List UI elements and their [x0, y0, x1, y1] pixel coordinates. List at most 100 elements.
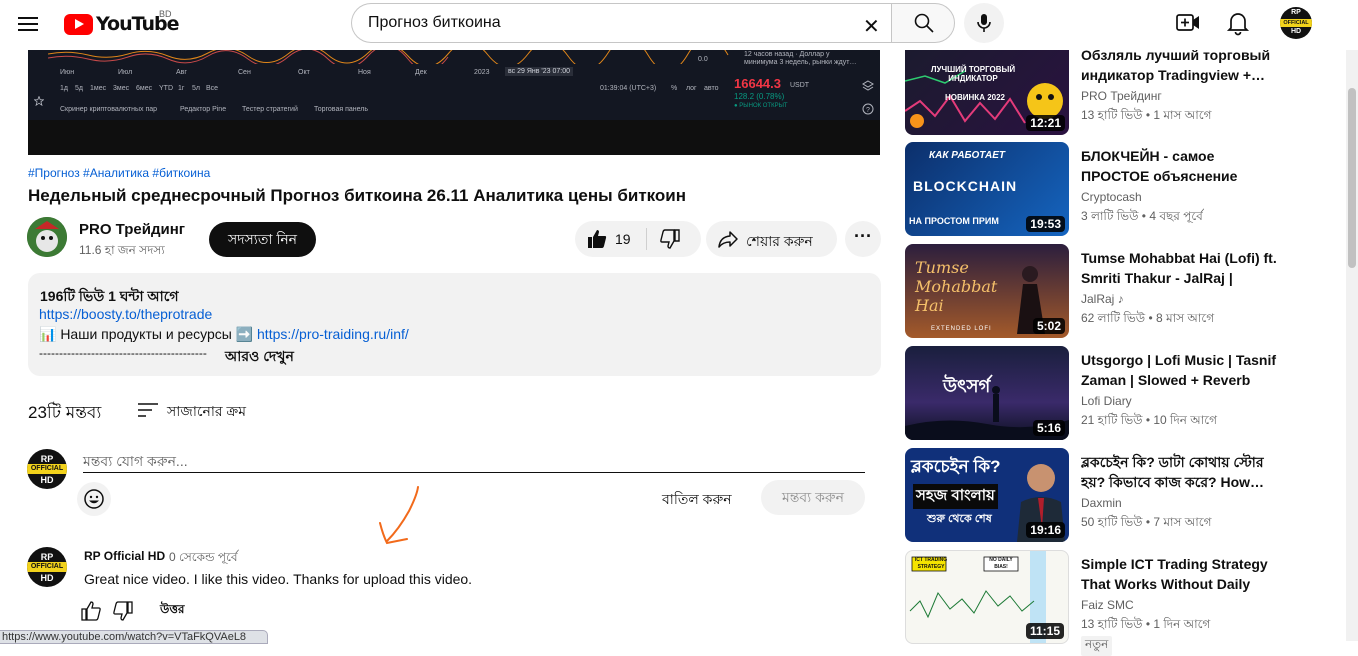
submit-comment-button[interactable]: মন্তব্য করুন [761, 480, 865, 515]
timeframe-0[interactable]: 1д [60, 85, 68, 92]
search-input[interactable]: Прогноз биткоина [368, 14, 501, 32]
thumbnail-2[interactable]: КАК РАБОТАЕТ BLOCKCHAIN НА ПРОСТОМ ПРИМ … [905, 142, 1069, 236]
month-7: 2023 [474, 69, 490, 76]
thumbnail-3[interactable]: Tumse Mohabbat Hai EXTENDED LOFI 5:02 [905, 244, 1069, 338]
related-meta-3: 62 লাটি ভিউ • 8 মাস আগে [1081, 311, 1215, 325]
related-channel-1[interactable]: PRO Трейдинг [1081, 89, 1162, 103]
related-channel-3[interactable]: JalRaj ♪ [1081, 292, 1124, 306]
month-5: Ноя [358, 69, 371, 76]
scrollbar-thumb[interactable] [1348, 88, 1356, 268]
duration-3: 5:02 [1032, 318, 1065, 334]
sort-icon[interactable] [138, 402, 158, 418]
comment-author-avatar[interactable]: RP OFFICIAL HD [27, 547, 67, 587]
cancel-comment-button[interactable]: বাতিল করুন [662, 488, 732, 512]
layers-icon[interactable] [862, 80, 874, 92]
mic-icon [977, 14, 991, 32]
thumb-text-5b: সহজ বাংলায় [913, 484, 998, 509]
menu-icon[interactable] [16, 13, 40, 37]
related-title-2[interactable]: БЛОКЧЕЙН - самое ПРОСТОЕ объяснение рабо… [1081, 146, 1286, 186]
related-title-3[interactable]: Tumse Mohabbat Hai (Lofi) ft. Smriti Tha… [1081, 248, 1286, 288]
bottom-tab-2[interactable]: Тестер стратегий [242, 106, 298, 113]
description-link-boosty[interactable]: https://boosty.to/theprotrade [39, 306, 212, 322]
thumb-text-2c: НА ПРОСТОМ ПРИМ [909, 216, 999, 226]
related-video-4[interactable]: উৎসর্গ 5:16 Utsgorgo | Lofi Music | Tasn… [905, 346, 1355, 440]
subscribe-button[interactable]: সদস্যতা নিন [209, 222, 316, 257]
thumb-text-5c: শুরু থেকে শেষ [927, 513, 992, 525]
timeframe-5[interactable]: YTD [159, 85, 173, 92]
bottom-tab-0[interactable]: Скринер криптовалютных пар [60, 106, 157, 113]
thumbnail-4[interactable]: উৎসর্গ 5:16 [905, 346, 1069, 440]
month-3: Сен [238, 69, 251, 76]
related-channel-5[interactable]: Daxmin [1081, 496, 1122, 510]
channel-avatar[interactable] [27, 217, 67, 257]
related-channel-4[interactable]: Lofi Diary [1081, 394, 1132, 408]
related-channel-6[interactable]: Faiz SMC [1081, 598, 1134, 612]
channel-avatar-art [27, 217, 67, 257]
related-video-6[interactable]: ICT TRADING STRATEGY NO DAILY BIAS! 11:1… [905, 550, 1355, 656]
share-button[interactable]: শেয়ার করুন [706, 221, 837, 257]
related-title-4[interactable]: Utsgorgo | Lofi Music | Tasnif Zaman | S… [1081, 350, 1286, 390]
scale-auto[interactable]: авто [704, 85, 718, 92]
related-title-6[interactable]: Simple ICT Trading Strategy That Works W… [1081, 554, 1286, 594]
star-icon[interactable] [34, 96, 44, 106]
sort-by-button[interactable]: সাজানোর ক্রম [167, 400, 246, 424]
related-title-5[interactable]: ব্লকচেইন কি? ডাটা কোথায় স্টোর হয়? কিভা… [1081, 452, 1286, 492]
timeframe-6[interactable]: 1г [178, 85, 184, 92]
add-comment-input[interactable]: মন্তব্য যোগ করুন... [83, 450, 865, 473]
help-icon[interactable]: ? [862, 103, 874, 115]
like-icon[interactable] [586, 228, 608, 250]
voice-search-button[interactable] [964, 3, 1004, 43]
notifications-button[interactable] [1225, 10, 1251, 36]
bottom-tab-1[interactable]: Редактор Pine [180, 106, 226, 113]
scale-pct[interactable]: % [671, 85, 677, 92]
thumbnail-5[interactable]: ব্লকচেইন কি? সহজ বাংলায় শুরু থেকে শেষ 1… [905, 448, 1069, 542]
price-change: 128.2 (0.78%) [734, 92, 785, 101]
more-actions-button[interactable]: ··· [845, 221, 881, 257]
timeframe-8[interactable]: Все [206, 85, 218, 92]
related-title-1[interactable]: Обзляль лучший торговый индикатор Tradin… [1081, 45, 1286, 85]
comment-time[interactable]: 0 সেকেন্ড পূর্বে [169, 549, 238, 569]
thumbnail-1[interactable]: ЛУЧШИЙ ТОРГОВЫЙ ИНДИКАТОР НОВИНКА 2022 1… [905, 41, 1069, 135]
dislike-icon[interactable] [659, 228, 681, 250]
comment-dislike-icon[interactable] [112, 600, 134, 622]
create-button[interactable] [1175, 10, 1201, 36]
timeframe-2[interactable]: 1мес [90, 85, 106, 92]
timeframe-4[interactable]: 6мес [136, 85, 152, 92]
avatar-text-top: RP [1291, 9, 1301, 16]
emoji-button[interactable] [77, 482, 111, 516]
thumbnail-6[interactable]: ICT TRADING STRATEGY NO DAILY BIAS! 11:1… [905, 550, 1069, 644]
bottom-tab-3[interactable]: Торговая панель [314, 106, 368, 113]
timeframe-3[interactable]: 3мес [113, 85, 129, 92]
video-hashtags[interactable]: #Прогноз #Аналитика #биткоина [28, 166, 210, 180]
video-player[interactable]: 12 часов назад · Доллар у минимума 3 нед… [28, 50, 880, 155]
channel-name[interactable]: PRO Трейдинг [79, 221, 185, 238]
avatar-text-mid: OFFICIAL [27, 562, 67, 572]
thumb-text-5: ব্লকচেইন কি? [911, 457, 1001, 476]
related-channel-2[interactable]: Cryptocash [1081, 190, 1142, 204]
description-box[interactable]: 196টি ভিউ 1 ঘন্টা আগে https://boosty.to/… [28, 273, 881, 376]
related-video-3[interactable]: Tumse Mohabbat Hai EXTENDED LOFI 5:02 Tu… [905, 244, 1355, 338]
comment-like-icon[interactable] [80, 600, 102, 622]
svg-text:?: ? [866, 107, 870, 114]
scale-log[interactable]: лог [686, 85, 697, 92]
comment-text: Great nice video. I like this video. Tha… [84, 571, 473, 587]
reply-button[interactable]: উত্তর [160, 601, 185, 621]
resources-text: 📊 Наши продукты и ресурсы ➡️ [39, 326, 258, 342]
related-video-2[interactable]: КАК РАБОТАЕТ BLOCKCHAIN НА ПРОСТОМ ПРИМ … [905, 142, 1355, 236]
search-box[interactable]: Прогноз биткоина ✕ [351, 3, 892, 43]
related-video-1[interactable]: ЛУЧШИЙ ТОРГОВЫЙ ИНДИКАТОР НОВИНКА 2022 1… [905, 41, 1355, 135]
related-video-5[interactable]: ব্লকচেইন কি? সহজ বাংলায় শুরু থেকে শেষ 1… [905, 448, 1355, 542]
description-link-site[interactable]: https://pro-traiding.ru/inf/ [257, 326, 409, 342]
clear-search-icon[interactable]: ✕ [863, 14, 880, 39]
player-chart-frame: 12 часов назад · Доллар у минимума 3 нед… [28, 50, 880, 120]
month-6: Дек [415, 69, 427, 76]
duration-6: 11:15 [1025, 623, 1064, 639]
timeframe-7[interactable]: 5л [192, 85, 200, 92]
account-avatar[interactable]: RP OFFICIAL HD [1280, 7, 1312, 39]
search-button[interactable] [891, 3, 955, 43]
avatar-text-mid: OFFICIAL [27, 464, 67, 474]
comment-author[interactable]: RP Official HD [84, 549, 165, 563]
timeframe-1[interactable]: 5д [75, 85, 83, 92]
show-more-button[interactable]: আরও দেখুন [225, 345, 294, 369]
share-label: শেয়ার করুন [746, 233, 813, 249]
